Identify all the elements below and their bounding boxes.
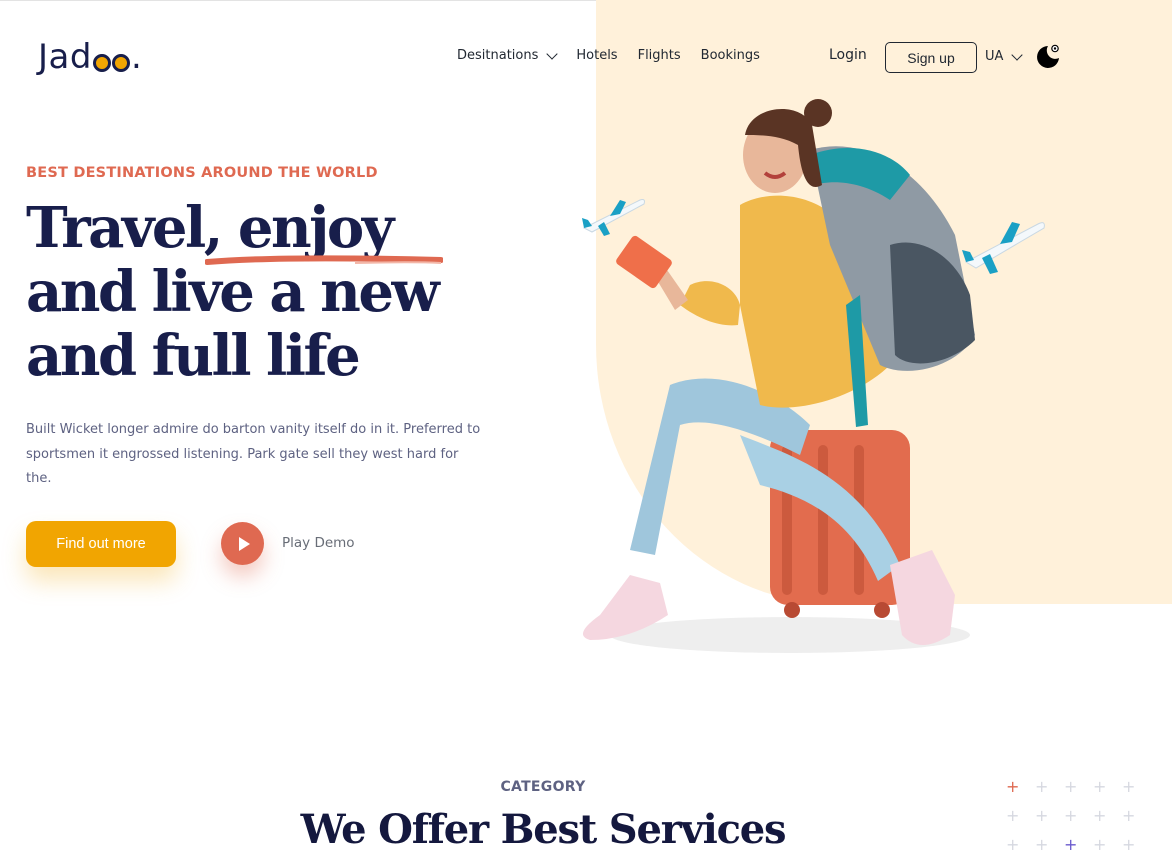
plus-icon: +: [1093, 777, 1107, 796]
logo-period: .: [130, 37, 143, 77]
hero-title-line: Travel, enjoy: [26, 195, 394, 261]
plus-icon: +: [1006, 835, 1020, 854]
hero-description: Built Wicket longer admire do barton van…: [26, 422, 481, 486]
plus-icon: +: [1035, 777, 1049, 796]
language-select[interactable]: UA: [985, 48, 1024, 64]
find-out-more-button[interactable]: Find out more: [26, 521, 176, 567]
category-eyebrow: CATEGORY: [500, 779, 586, 795]
plus-icon: +: [1006, 777, 1020, 796]
plus-icon: +: [1122, 835, 1136, 854]
nav-item-label: Flights: [637, 48, 681, 63]
brush-underline: [205, 255, 443, 265]
language-value: UA: [985, 49, 1004, 64]
login-link[interactable]: Login: [829, 47, 867, 63]
chevron-down-icon: [546, 47, 559, 60]
nav-item-flights[interactable]: Flights: [638, 48, 681, 63]
hero-title: Travel, enjoy and live a new and full li…: [26, 196, 486, 388]
main-nav: Desitnations Hotels Flights Bookings: [457, 47, 760, 63]
plus-icon: +: [1064, 835, 1078, 854]
plus-icon: +: [1122, 777, 1136, 796]
nav-item-destinations[interactable]: Desitnations: [457, 47, 559, 63]
nav-item-label: Desitnations: [457, 48, 539, 63]
category-title: We Offer Best Services: [300, 806, 787, 853]
traveler-illustration: [582, 99, 975, 653]
plus-icon: +: [1064, 777, 1078, 796]
nav-item-bookings[interactable]: Bookings: [701, 48, 760, 63]
plus-icon: +: [1093, 835, 1107, 854]
decorative-plus-grid: + + + + + + + + + + + + + + +: [1006, 779, 1151, 856]
nav-item-label: Hotels: [576, 48, 618, 63]
plus-icon: +: [1035, 806, 1049, 825]
signup-button[interactable]: Sign up: [885, 42, 977, 73]
hero-eyebrow: BEST DESTINATIONS AROUND THE WORLD: [26, 165, 378, 181]
play-demo-label[interactable]: Play Demo: [282, 535, 355, 551]
hero-title-line: and live a new: [26, 259, 440, 325]
logo-text: Jad: [38, 37, 92, 77]
chevron-down-icon: [1011, 48, 1024, 61]
plus-icon: +: [1122, 806, 1136, 825]
play-demo-button[interactable]: [221, 522, 264, 565]
plus-icon: +: [1093, 806, 1107, 825]
plus-icon: +: [1064, 806, 1078, 825]
hero-title-line: and full life: [26, 323, 361, 389]
nav-item-label: Bookings: [700, 48, 760, 63]
plus-icon: +: [1035, 835, 1049, 854]
logo[interactable]: Jad .: [38, 34, 142, 80]
nav-item-hotels[interactable]: Hotels: [576, 48, 617, 63]
moon-icon[interactable]: [1035, 44, 1061, 70]
plus-icon: +: [1006, 806, 1020, 825]
logo-dots: [92, 42, 130, 72]
play-icon: [238, 536, 250, 551]
